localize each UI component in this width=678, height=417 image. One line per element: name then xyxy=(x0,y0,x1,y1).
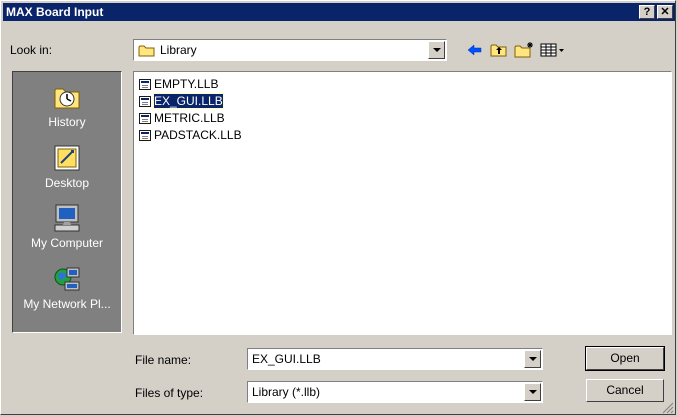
places-network-label: My Network Pl... xyxy=(23,297,111,311)
file-name-dropdown-arrow[interactable] xyxy=(524,350,541,368)
folder-icon xyxy=(138,45,155,57)
file-name-text: EMPTY.LLB xyxy=(154,77,219,91)
places-history[interactable]: History xyxy=(13,82,121,129)
file-name-value: EX_GUI.LLB xyxy=(252,352,321,366)
open-button[interactable]: Open xyxy=(585,346,665,371)
places-bar: History Desktop My Computer My Network P… xyxy=(12,71,122,333)
file-type-label: Files of type: xyxy=(135,386,204,400)
file-name-text: PADSTACK.LLB xyxy=(154,128,242,142)
file-item-ex-gui[interactable]: EX_GUI.LLB xyxy=(139,93,224,109)
view-menu-icon xyxy=(540,43,564,57)
up-one-level-button[interactable] xyxy=(489,41,509,59)
file-type-value: Library (*.llb) xyxy=(252,385,321,399)
places-desktop-label: Desktop xyxy=(44,176,90,190)
back-arrow-icon xyxy=(467,44,482,56)
library-file-icon xyxy=(139,113,151,124)
view-menu-button[interactable] xyxy=(539,41,565,59)
file-name-text: EX_GUI.LLB xyxy=(153,93,224,109)
cancel-button[interactable]: Cancel xyxy=(586,379,664,402)
file-type-dropdown[interactable]: Library (*.llb) xyxy=(247,381,543,403)
places-history-label: History xyxy=(48,115,86,129)
new-folder-icon xyxy=(514,42,533,58)
file-name-field[interactable]: EX_GUI.LLB xyxy=(247,348,543,370)
library-file-icon xyxy=(139,130,151,141)
file-name-text: METRIC.LLB xyxy=(154,111,225,125)
network-places-icon xyxy=(54,267,80,291)
file-name-label: File name: xyxy=(135,353,192,367)
dialog-window: MAX Board Input ? ✕ Look in: Library His… xyxy=(0,0,676,415)
back-button[interactable] xyxy=(465,41,485,59)
places-network[interactable]: My Network Pl... xyxy=(13,264,121,311)
places-desktop[interactable]: Desktop xyxy=(13,143,121,190)
library-file-icon xyxy=(139,96,151,107)
resize-grip-icon[interactable] xyxy=(661,401,674,414)
look-in-value: Library xyxy=(160,43,197,57)
new-folder-button[interactable] xyxy=(513,41,535,59)
desktop-icon xyxy=(54,145,80,171)
look-in-dropdown[interactable]: Library xyxy=(133,39,447,61)
look-in-dropdown-arrow[interactable] xyxy=(428,41,445,59)
window-title: MAX Board Input xyxy=(6,5,104,19)
file-item-metric[interactable]: METRIC.LLB xyxy=(139,110,225,126)
look-in-label: Look in: xyxy=(10,43,53,57)
close-button[interactable]: ✕ xyxy=(657,5,673,19)
help-button[interactable]: ? xyxy=(639,5,655,19)
up-folder-icon xyxy=(490,44,507,57)
my-computer-icon xyxy=(54,204,80,232)
file-item-padstack[interactable]: PADSTACK.LLB xyxy=(139,127,242,143)
file-item-empty[interactable]: EMPTY.LLB xyxy=(139,76,218,92)
library-file-icon xyxy=(139,79,151,90)
places-my-computer-label: My Computer xyxy=(30,236,104,250)
file-type-dropdown-arrow[interactable] xyxy=(524,383,541,401)
file-list[interactable]: EMPTY.LLB EX_GUI.LLB METRIC.LLB PADSTACK… xyxy=(133,71,672,335)
places-my-computer[interactable]: My Computer xyxy=(13,203,121,250)
title-bar[interactable]: MAX Board Input ? ✕ xyxy=(3,3,675,21)
history-icon xyxy=(54,88,80,109)
